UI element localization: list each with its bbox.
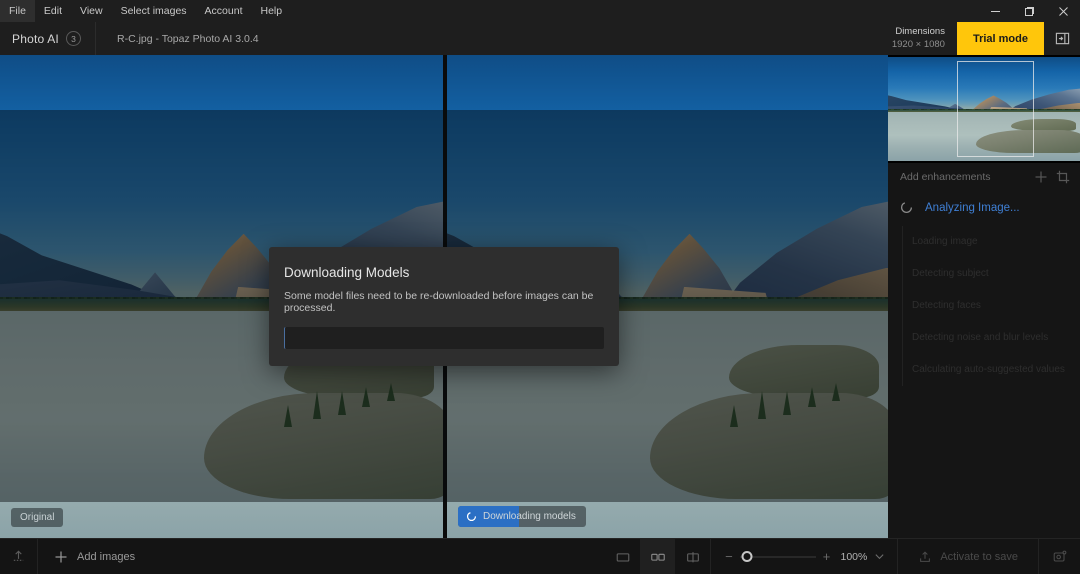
share-image-button[interactable] <box>1038 539 1080 574</box>
photo-ai-window: File Edit View Select images Account Hel… <box>0 0 1080 574</box>
menu-item-edit[interactable]: Edit <box>35 0 71 22</box>
zoom-slider[interactable] <box>740 550 816 564</box>
brand-label: Photo AI <box>12 32 59 46</box>
image-count-badge: 3 <box>66 31 81 46</box>
dialog-title: Downloading Models <box>284 265 604 280</box>
title-bar: Photo AI 3 R-C.jpg - Topaz Photo AI 3.0.… <box>0 22 1080 55</box>
step-detecting-noise-blur: Detecting noise and blur levels <box>912 322 1068 354</box>
zoom-slider-knob[interactable] <box>742 551 753 562</box>
plus-icon <box>54 550 68 564</box>
close-icon <box>1058 6 1069 17</box>
crop-button[interactable] <box>1056 170 1070 184</box>
add-enhancements-label: Add enhancements <box>900 171 1026 183</box>
downloading-models-dialog: Downloading Models Some model files need… <box>269 247 619 366</box>
analysis-steps-list: Loading image Detecting subject Detectin… <box>888 226 1080 386</box>
activate-to-save-label: Activate to save <box>940 551 1018 563</box>
main-area: Original <box>0 55 1080 538</box>
menu-item-file[interactable]: File <box>0 0 35 22</box>
navigator-viewport-rect[interactable] <box>957 61 1034 156</box>
export-icon <box>11 549 26 564</box>
step-detecting-faces: Detecting faces <box>912 290 1068 322</box>
menu-item-help[interactable]: Help <box>252 0 292 22</box>
bottom-toolbar: Add images − <box>0 538 1080 574</box>
share-image-icon <box>1052 549 1068 565</box>
view-single-button[interactable] <box>605 539 640 574</box>
menu-item-view[interactable]: View <box>71 0 112 22</box>
panel-toggle-button[interactable] <box>1044 22 1080 55</box>
plus-icon <box>1034 170 1048 184</box>
header-right-group: Dimensions 1920 × 1080 Trial mode <box>882 22 1080 55</box>
maximize-icon <box>1024 6 1035 17</box>
step-detecting-subject: Detecting subject <box>912 258 1068 290</box>
add-images-button[interactable]: Add images <box>38 539 151 574</box>
original-badge[interactable]: Original <box>11 508 63 527</box>
add-images-label: Add images <box>77 551 135 563</box>
document-title: R-C.jpg - Topaz Photo AI 3.0.4 <box>96 22 882 55</box>
right-sidebar: Add enhancements <box>888 55 1080 538</box>
split-view-icon <box>685 549 701 565</box>
zoom-dropdown-button[interactable] <box>874 551 885 562</box>
export-button[interactable] <box>0 539 38 574</box>
trial-mode-button[interactable]: Trial mode <box>957 22 1044 55</box>
sidebar-toggle-icon <box>1055 31 1070 46</box>
dimensions-value: 1920 × 1080 <box>892 39 945 52</box>
spinner-icon <box>458 511 477 522</box>
step-loading-image: Loading image <box>912 226 1068 258</box>
zoom-in-button[interactable]: + <box>823 550 831 563</box>
step-calculating-values: Calculating auto-suggested values <box>912 354 1068 386</box>
side-by-side-icon <box>650 549 666 565</box>
zoom-level-value: 100% <box>837 551 867 563</box>
zoom-controls: − + 100% <box>710 539 897 574</box>
maximize-button[interactable] <box>1012 0 1046 22</box>
chevron-down-icon <box>874 551 885 562</box>
dimensions-info: Dimensions 1920 × 1080 <box>882 22 957 55</box>
activate-to-save-button[interactable]: Activate to save <box>897 539 1038 574</box>
add-enhancements-row: Add enhancements <box>888 163 1080 191</box>
menu-bar: File Edit View Select images Account Hel… <box>0 0 1080 22</box>
share-upload-icon <box>918 550 932 564</box>
minimize-icon <box>990 6 1001 17</box>
view-mode-group <box>605 539 710 574</box>
modal-overlay: Downloading Models Some model files need… <box>0 110 888 502</box>
single-view-icon <box>615 549 631 565</box>
image-canvas[interactable]: Original <box>0 55 888 538</box>
dialog-description: Some model files need to be re-downloade… <box>284 290 604 314</box>
app-brand[interactable]: Photo AI 3 <box>0 22 96 55</box>
window-controls <box>978 0 1080 22</box>
download-progress-bar <box>284 327 604 349</box>
menu-item-select-images[interactable]: Select images <box>112 0 196 22</box>
view-side-by-side-button[interactable] <box>640 539 675 574</box>
add-enhancement-button[interactable] <box>1034 170 1048 184</box>
view-split-button[interactable] <box>675 539 710 574</box>
zoom-out-button[interactable]: − <box>725 550 733 563</box>
minimize-button[interactable] <box>978 0 1012 22</box>
dimensions-label: Dimensions <box>895 26 945 39</box>
downloading-models-label: Downloading models <box>483 506 586 527</box>
close-button[interactable] <box>1046 0 1080 22</box>
downloading-models-badge[interactable]: Downloading models <box>458 506 586 527</box>
analyzing-label: Analyzing Image... <box>925 202 1020 214</box>
analyzing-spinner-icon <box>900 201 913 214</box>
menu-item-account[interactable]: Account <box>196 0 252 22</box>
toolbar-spacer <box>151 539 605 574</box>
navigator-thumbnail[interactable] <box>888 55 1080 163</box>
analyzing-status-row: Analyzing Image... <box>888 191 1080 226</box>
crop-icon <box>1056 170 1070 184</box>
